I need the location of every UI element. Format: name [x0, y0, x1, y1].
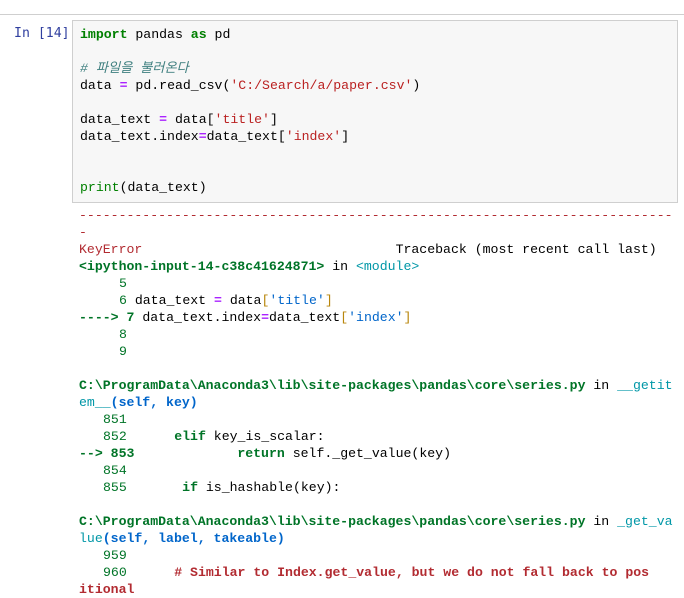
line-number: 855: [103, 480, 127, 495]
error-arrow: -->: [79, 446, 103, 461]
keyword: return: [237, 446, 285, 461]
code-token: ]: [341, 129, 350, 144]
line-number: 8: [119, 327, 127, 342]
code-token: (data_text): [119, 180, 207, 195]
line-number: 854: [103, 463, 127, 478]
kw-import: import: [80, 27, 128, 42]
code-token: data_text[: [206, 129, 286, 144]
input-prompt: In [14]:: [14, 26, 78, 41]
in-word: in: [585, 514, 618, 529]
operator: =: [119, 78, 128, 93]
builtin-print: print: [80, 180, 120, 195]
line-number: 853: [110, 446, 135, 461]
module-name: pandas: [127, 27, 191, 42]
keyword: if: [182, 480, 198, 495]
function-ref-cont: em__: [79, 395, 111, 410]
operator: =: [159, 112, 168, 127]
line-number: 9: [119, 344, 127, 359]
operator: =: [198, 129, 207, 144]
function-ref-cont: lue: [79, 531, 103, 546]
cell-divider: [0, 14, 684, 15]
line-number: 6: [119, 293, 127, 308]
module-ref: <module>: [355, 259, 420, 274]
alias: pd: [206, 27, 231, 42]
ipython-input-ref: <ipython-input-14-c38c41624871>: [79, 259, 325, 274]
code-comment: # 파일을 불러온다: [80, 61, 189, 76]
kw-as: as: [190, 27, 207, 42]
error-output: ----------------------------------------…: [79, 207, 673, 598]
code-token: data_text: [80, 112, 160, 127]
line-number: 5: [119, 276, 127, 291]
file-path: C:\ProgramData\Anaconda3\lib\site-packag…: [79, 378, 586, 393]
code-token: data_text.index: [80, 129, 199, 144]
code-token: data[: [167, 112, 215, 127]
in-word: in: [324, 259, 356, 274]
traceback-header: Traceback (most recent call last): [395, 242, 657, 257]
source-line: self._get_value(key): [284, 446, 451, 461]
error-arrow: ---->: [79, 310, 119, 325]
function-ref: _get_va: [617, 514, 673, 529]
function-ref: __getit: [617, 378, 673, 393]
source-line: data_text.index=data_text['index']: [142, 310, 412, 325]
function-signature: (self, label, takeable): [102, 531, 285, 546]
traceback-separator-tail: -: [79, 225, 87, 240]
code-token: data: [80, 78, 120, 93]
string-literal: 'C:/Search/a/paper.csv': [230, 78, 413, 93]
keyword: elif: [174, 429, 206, 444]
code-token: ]: [269, 112, 278, 127]
line-number: 959: [103, 548, 127, 563]
code-token: ): [412, 78, 421, 93]
source-line: key_is_scalar:: [205, 429, 325, 444]
line-number: 852: [103, 429, 127, 444]
function-signature: (self, key): [110, 395, 198, 410]
line-number: 851: [103, 412, 127, 427]
traceback-separator: ----------------------------------------…: [79, 208, 673, 223]
line-number: 7: [126, 310, 135, 325]
code-token: pd.read_csv(: [127, 78, 231, 93]
code-cell-editor[interactable]: import pandas as pd # 파일을 불러온다 data = pd…: [72, 20, 678, 203]
source-line: data_text = data['title']: [134, 293, 333, 308]
string-literal: 'index': [285, 129, 342, 144]
error-name: KeyError: [79, 242, 143, 257]
in-word: in: [585, 378, 618, 393]
code-content[interactable]: import pandas as pd # 파일을 불러온다 data = pd…: [80, 26, 420, 196]
code-comment: # Similar to Index.get_value, but we do …: [174, 565, 650, 580]
source-line: is_hashable(key):: [197, 480, 341, 495]
line-number: 960: [103, 565, 127, 580]
file-path: C:\ProgramData\Anaconda3\lib\site-packag…: [79, 514, 586, 529]
string-literal: 'title': [214, 112, 270, 127]
